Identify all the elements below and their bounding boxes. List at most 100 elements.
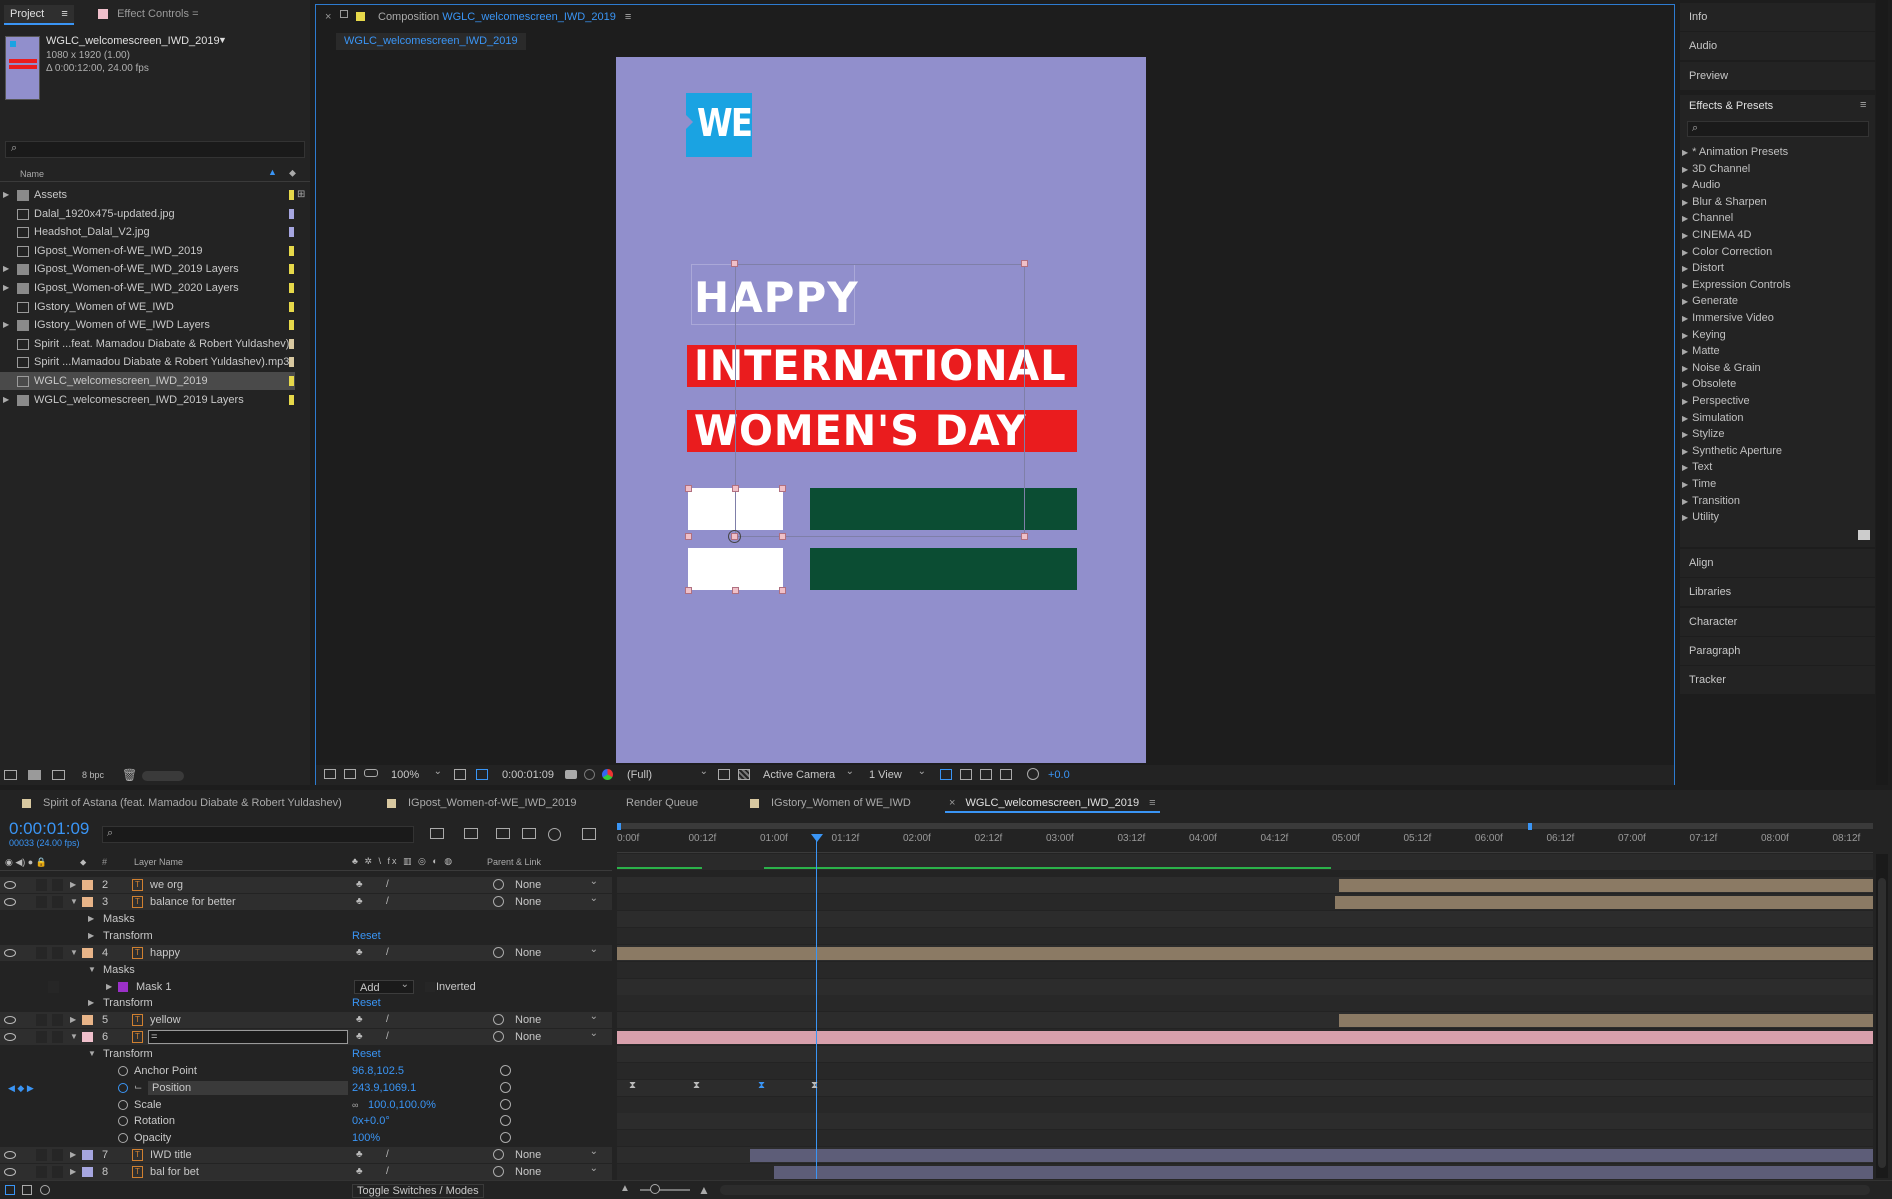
group-row[interactable]: ▶ Masks: [0, 911, 612, 927]
graph-icon[interactable]: ⌙: [134, 1080, 142, 1096]
project-item[interactable]: Headshot_Dalal_V2.jpg: [0, 223, 295, 241]
parent-pickwhip-icon[interactable]: [493, 947, 504, 958]
lock-toggle[interactable]: [52, 1014, 63, 1026]
quality-switch-icon[interactable]: /: [386, 1012, 389, 1028]
solo-toggle[interactable]: [36, 896, 47, 908]
project-item[interactable]: ▶ IGpost_Women-of-WE_IWD_2020 Layers: [0, 279, 295, 297]
flowchart-icon[interactable]: [1000, 769, 1012, 780]
shy-switch-icon[interactable]: ♣: [356, 877, 363, 893]
expand-arrow-icon[interactable]: ▶: [1682, 331, 1688, 340]
column-name[interactable]: Name: [20, 169, 44, 179]
inverted-checkbox[interactable]: [425, 982, 435, 992]
layer-name[interactable]: yellow: [150, 1012, 181, 1028]
expand-arrow-icon[interactable]: ▶: [70, 1012, 76, 1028]
expand-arrow-icon[interactable]: ▶: [1682, 414, 1688, 423]
effects-category[interactable]: ▶ Keying: [1682, 327, 1726, 343]
parent-pickwhip-icon[interactable]: [493, 1031, 504, 1042]
layer-duration-bar[interactable]: [1335, 896, 1873, 909]
zoom-in-icon[interactable]: ▲: [698, 1183, 710, 1197]
layer-row[interactable]: ▼ 4 Thappy ♣ / None: [0, 943, 612, 961]
expression-pickwhip-icon[interactable]: [500, 1132, 511, 1143]
keyframe-selected[interactable]: ⧗: [758, 1080, 765, 1091]
expand-arrow-icon[interactable]: ▶: [3, 316, 9, 334]
mask-handle[interactable]: [779, 533, 786, 540]
expression-pickwhip-icon[interactable]: [500, 1082, 511, 1093]
timeline-tab[interactable]: IGpost_Women-of-WE_IWD_2019: [387, 793, 577, 813]
layer-label-color[interactable]: [82, 1032, 93, 1042]
sort-ascending-icon[interactable]: ▲: [268, 167, 277, 177]
property-row[interactable]: ◀ ◆ ▶ ⌙ Position 243.9,1069.1: [0, 1080, 612, 1096]
expand-arrow-icon[interactable]: ▼: [88, 1046, 96, 1062]
bbox-handle[interactable]: [731, 260, 738, 267]
expand-arrow-icon[interactable]: ▶: [1682, 397, 1688, 406]
timeline-scrollbar[interactable]: [720, 1185, 1870, 1195]
layer-name[interactable]: IWD title: [150, 1147, 192, 1163]
solo-toggle[interactable]: [36, 947, 47, 959]
panel-item-tracker[interactable]: Tracker: [1680, 666, 1875, 695]
composition-close-icon[interactable]: ×: [325, 11, 331, 23]
expand-arrow-icon[interactable]: ▼: [88, 962, 96, 978]
shy-switch-icon[interactable]: ♣: [356, 1029, 363, 1045]
expand-arrow-icon[interactable]: ▶: [88, 928, 94, 944]
effects-category[interactable]: ▶ * Animation Presets: [1682, 144, 1788, 160]
keyframe[interactable]: ⧗: [693, 1080, 700, 1091]
layer-label-color[interactable]: [82, 1150, 93, 1160]
effects-category[interactable]: ▶ Synthetic Aperture: [1682, 443, 1782, 459]
label-color-swatch[interactable]: [289, 394, 294, 405]
expand-arrow-icon[interactable]: ▶: [1682, 497, 1688, 506]
label-color-swatch[interactable]: [289, 301, 294, 312]
shy-switch-icon[interactable]: ♣: [356, 1147, 363, 1163]
quality-switch-icon[interactable]: /: [386, 1147, 389, 1163]
layer-duration-bar[interactable]: [617, 1031, 1873, 1044]
composition-menu-icon[interactable]: ≡: [625, 11, 631, 23]
effects-category[interactable]: ▶ Obsolete: [1682, 376, 1736, 392]
mask-handle[interactable]: [779, 587, 786, 594]
solo-toggle[interactable]: [36, 1149, 47, 1161]
expand-arrow-icon[interactable]: ▶: [1682, 281, 1688, 290]
effects-category[interactable]: ▶ Channel: [1682, 210, 1733, 226]
view-layout-select[interactable]: 1 View: [864, 765, 930, 782]
effects-category[interactable]: ▶ Color Correction: [1682, 244, 1772, 260]
expand-arrow-icon[interactable]: ▶: [3, 260, 9, 278]
keyframe[interactable]: ⧗: [629, 1080, 636, 1091]
comp-mini-flowchart-icon[interactable]: [430, 828, 444, 839]
panel-item-libraries[interactable]: Libraries: [1680, 578, 1875, 607]
expand-arrow-icon[interactable]: ▶: [1682, 214, 1688, 223]
group-row[interactable]: ▶ Transform Reset: [0, 928, 612, 944]
tab-project[interactable]: Project ≡: [4, 5, 74, 25]
project-item[interactable]: Spirit ...Mamadou Diabate & Robert Yulda…: [0, 353, 295, 371]
visibility-eye-icon[interactable]: [4, 898, 16, 906]
layer-duration-bar[interactable]: [617, 947, 1873, 960]
expand-arrow-icon[interactable]: ▼: [70, 945, 78, 961]
layer-label-color[interactable]: [82, 948, 93, 958]
project-item[interactable]: ▶ WGLC_welcomescreen_IWD_2019 Layers: [0, 391, 295, 409]
expand-arrow-icon[interactable]: ▶: [1682, 513, 1688, 522]
exposure-value[interactable]: +0.0: [1048, 769, 1070, 781]
parent-select[interactable]: None: [510, 875, 602, 892]
effects-category[interactable]: ▶ Text: [1682, 459, 1712, 475]
composition-viewer-tab[interactable]: WGLC_welcomescreen_IWD_2019: [336, 33, 526, 50]
effects-category[interactable]: ▶ Noise & Grain: [1682, 360, 1761, 376]
effects-category[interactable]: ▶ Utility: [1682, 509, 1719, 525]
effects-category[interactable]: ▶ Perspective: [1682, 393, 1750, 409]
property-value[interactable]: 243.9,1069.1: [352, 1080, 416, 1096]
layer-row[interactable]: ▶ 2 Twe org ♣ / None: [0, 875, 612, 893]
mask-handle[interactable]: [685, 533, 692, 540]
project-footer-scrollbar[interactable]: [142, 771, 184, 781]
parent-select[interactable]: None: [510, 1010, 602, 1027]
quality-switch-icon[interactable]: /: [386, 894, 389, 910]
stopwatch-icon[interactable]: [118, 1133, 128, 1143]
effects-category[interactable]: ▶ Matte: [1682, 343, 1720, 359]
layer-name[interactable]: balance for better: [150, 894, 236, 910]
work-area-bar[interactable]: [617, 823, 1873, 829]
expand-arrow-icon[interactable]: ▶: [1682, 148, 1688, 157]
project-item[interactable]: ▶ Assets: [0, 186, 295, 204]
label-color-swatch[interactable]: [289, 320, 294, 331]
resolution-select[interactable]: (Full): [622, 765, 712, 782]
property-row[interactable]: Scale ∞ 100.0,100.0%: [0, 1097, 612, 1113]
parent-select[interactable]: None: [510, 1162, 602, 1179]
lock-icon[interactable]: [340, 10, 348, 18]
timeline-timecode[interactable]: 0:00:01:09: [9, 819, 89, 839]
group-row[interactable]: ▶ Transform Reset: [0, 995, 612, 1011]
quality-switch-icon[interactable]: /: [386, 877, 389, 893]
